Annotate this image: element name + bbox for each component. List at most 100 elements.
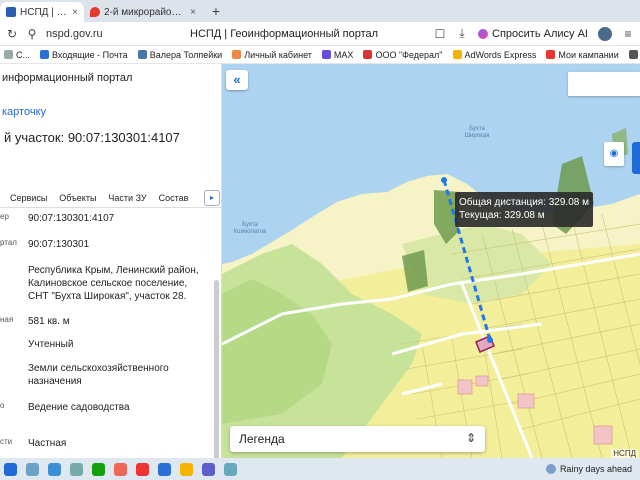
attr-label: ер xyxy=(0,212,9,221)
alice-label: Спросить Алису AI xyxy=(492,27,588,40)
measure-end-point[interactable] xyxy=(487,337,493,343)
taskbar-app-icon[interactable] xyxy=(26,462,39,476)
attr-label: о xyxy=(0,401,5,410)
map-view[interactable]: Бухта Козмолатов Бухта Широкая « ◉ Общая… xyxy=(222,64,640,458)
cloud-rain-icon xyxy=(545,464,556,474)
bookmark-item[interactable]: MAX xyxy=(321,49,354,60)
legend-label: Легенда xyxy=(239,432,285,446)
taskbar-app-icon[interactable] xyxy=(4,462,17,476)
forest-patch-2 xyxy=(402,250,428,292)
taskbar-app-icon[interactable] xyxy=(48,462,61,476)
address-bar: ↻ ⚲ nspd.gov.ru НСПД | Геоинформационный… xyxy=(0,22,640,46)
weather-text: Rainy days ahead xyxy=(559,464,632,474)
os-taskbar: Rainy days ahead xyxy=(0,458,640,480)
taskbar-app-icon[interactable] xyxy=(136,462,149,476)
close-tab-icon[interactable]: × xyxy=(190,7,196,18)
download-icon[interactable]: ⤓ xyxy=(456,26,468,41)
site-info-icon[interactable]: ⚲ xyxy=(26,27,38,41)
plot-info-panel: информационный портал карточку й участок… xyxy=(0,64,222,458)
attr-value: Республика Крым, Ленинский район, Калино… xyxy=(28,265,199,302)
bookmark-favicon-icon xyxy=(452,50,462,59)
taskbar-app-icon[interactable] xyxy=(92,462,105,476)
attr-value: 90:07:130301 xyxy=(28,239,90,250)
taskbar-app-icon[interactable] xyxy=(202,462,215,476)
bookmark-item[interactable]: Валера Толпейки xyxy=(137,49,223,60)
attr-label: ртал xyxy=(0,238,17,247)
close-tab-icon[interactable]: × xyxy=(72,7,78,18)
bookmark-item[interactable]: Главная xyxy=(628,50,640,60)
tab-title: НСПД | Геоинформационн xyxy=(20,6,68,18)
attr-value: Частная xyxy=(28,438,67,449)
collapse-panel-button[interactable]: « xyxy=(226,70,248,90)
bookmark-item[interactable]: Личный кабинет xyxy=(232,50,312,60)
attr-label: сти xyxy=(0,437,13,446)
nspd-watermark: НСПД xyxy=(611,449,638,458)
portal-title: информационный портал xyxy=(2,72,133,84)
map-tool-button[interactable] xyxy=(632,142,640,174)
attr-label: ная xyxy=(0,315,14,324)
alice-icon xyxy=(478,28,489,39)
tabs-next-button[interactable]: ▸ xyxy=(204,190,220,206)
bookmark-item[interactable]: Мои кампании xyxy=(546,49,619,60)
tab-title: 2-й микрорайон, 78 на ка xyxy=(104,6,186,18)
reload-icon[interactable]: ↻ xyxy=(6,27,18,41)
measure-start-point[interactable] xyxy=(441,177,447,183)
browser-tab-maps[interactable]: 2-й микрорайон, 78 на ка × xyxy=(84,2,202,22)
map-search-box[interactable] xyxy=(568,72,640,96)
bookmark-item[interactable]: С... xyxy=(4,50,30,60)
ask-alice-button[interactable]: Спросить Алису AI xyxy=(478,28,588,40)
browser-tab-nspd[interactable]: НСПД | Геоинформационн × xyxy=(0,2,84,22)
attr-value: Учтенный xyxy=(28,339,74,350)
map-canvas xyxy=(222,64,640,458)
bookmark-favicon-icon xyxy=(628,50,638,59)
attr-value: Ведение садоводства xyxy=(28,402,130,413)
tab-composition[interactable]: Состав xyxy=(153,193,195,203)
bookmark-label: MAX xyxy=(333,49,354,60)
url-field[interactable]: nspd.gov.ru xyxy=(46,28,103,40)
bookmark-label: Входящие - Почта xyxy=(52,49,128,60)
taskbar-app-icon[interactable] xyxy=(180,462,193,476)
bookmark-item[interactable]: AdWords Express xyxy=(452,49,537,60)
bay-label-right: Бухта Широкая xyxy=(464,126,490,139)
bookmark-label: AdWords Express xyxy=(464,49,537,60)
bookmark-item[interactable]: Входящие - Почта xyxy=(40,50,128,60)
bookmarks-bar: С... Входящие - Почта Валера Толпейки Личны… xyxy=(0,46,640,64)
bookmark-favicon-icon xyxy=(40,50,50,59)
bookmark-label: С... xyxy=(16,49,31,60)
new-tab-button[interactable]: + xyxy=(208,4,224,20)
page-title: НСПД | Геоинформационный портал xyxy=(190,27,379,40)
bookmark-label: Валера Толпейки xyxy=(149,49,223,60)
legend-toggle-icon[interactable]: ⇕ xyxy=(466,431,476,445)
distance-tooltip: Общая дистанция: 329.08 м Текущая: 329.0… xyxy=(455,192,593,227)
bookmark-label: Личный кабинет xyxy=(244,49,312,60)
bay-label-left: Бухта Козмолатов xyxy=(233,222,267,235)
bookmark-label: ООО "Федерал" xyxy=(375,49,443,60)
bookmark-item[interactable]: ООО "Федерал" xyxy=(363,49,443,60)
bookmark-icon[interactable]: ☐ xyxy=(434,27,446,41)
profile-avatar[interactable] xyxy=(598,26,612,41)
tab-objects[interactable]: Объекты xyxy=(53,193,102,203)
bookmark-favicon-icon xyxy=(4,50,13,59)
attr-value: 581 кв. м xyxy=(28,316,70,327)
taskbar-app-icon[interactable] xyxy=(70,462,83,476)
card-link[interactable]: карточку xyxy=(2,106,46,118)
taskbar-app-icon[interactable] xyxy=(224,462,237,476)
current-distance-text: Текущая: 329.08 м xyxy=(459,210,545,221)
browser-tab-bar: НСПД | Геоинформационн × 2-й микрорайон,… xyxy=(0,0,640,22)
legend-bar[interactable]: Легенда ⇕ xyxy=(230,426,485,452)
total-distance-text: Общая дистанция: 329.08 м xyxy=(459,197,589,208)
bookmark-favicon-icon xyxy=(546,50,556,59)
tab-plot-parts[interactable]: Части ЗУ xyxy=(102,193,152,203)
taskbar-app-icon[interactable] xyxy=(114,462,127,476)
bookmark-favicon-icon xyxy=(363,50,373,59)
locate-target-icon[interactable]: ◉ xyxy=(604,142,624,166)
attr-value: 90:07:130301:4107 xyxy=(28,213,115,224)
panel-scrollbar[interactable] xyxy=(214,280,219,458)
attr-value: Земли сельскохозяйственного назначения xyxy=(28,363,169,387)
taskbar-app-icon[interactable] xyxy=(158,462,171,476)
weather-widget[interactable]: Rainy days ahead xyxy=(545,464,636,474)
tab-services[interactable]: Сервисы xyxy=(0,193,53,203)
bookmark-favicon-icon xyxy=(137,50,147,59)
menu-icon[interactable]: ≡ xyxy=(622,27,634,41)
bookmark-label: Мои кампании xyxy=(558,49,619,60)
